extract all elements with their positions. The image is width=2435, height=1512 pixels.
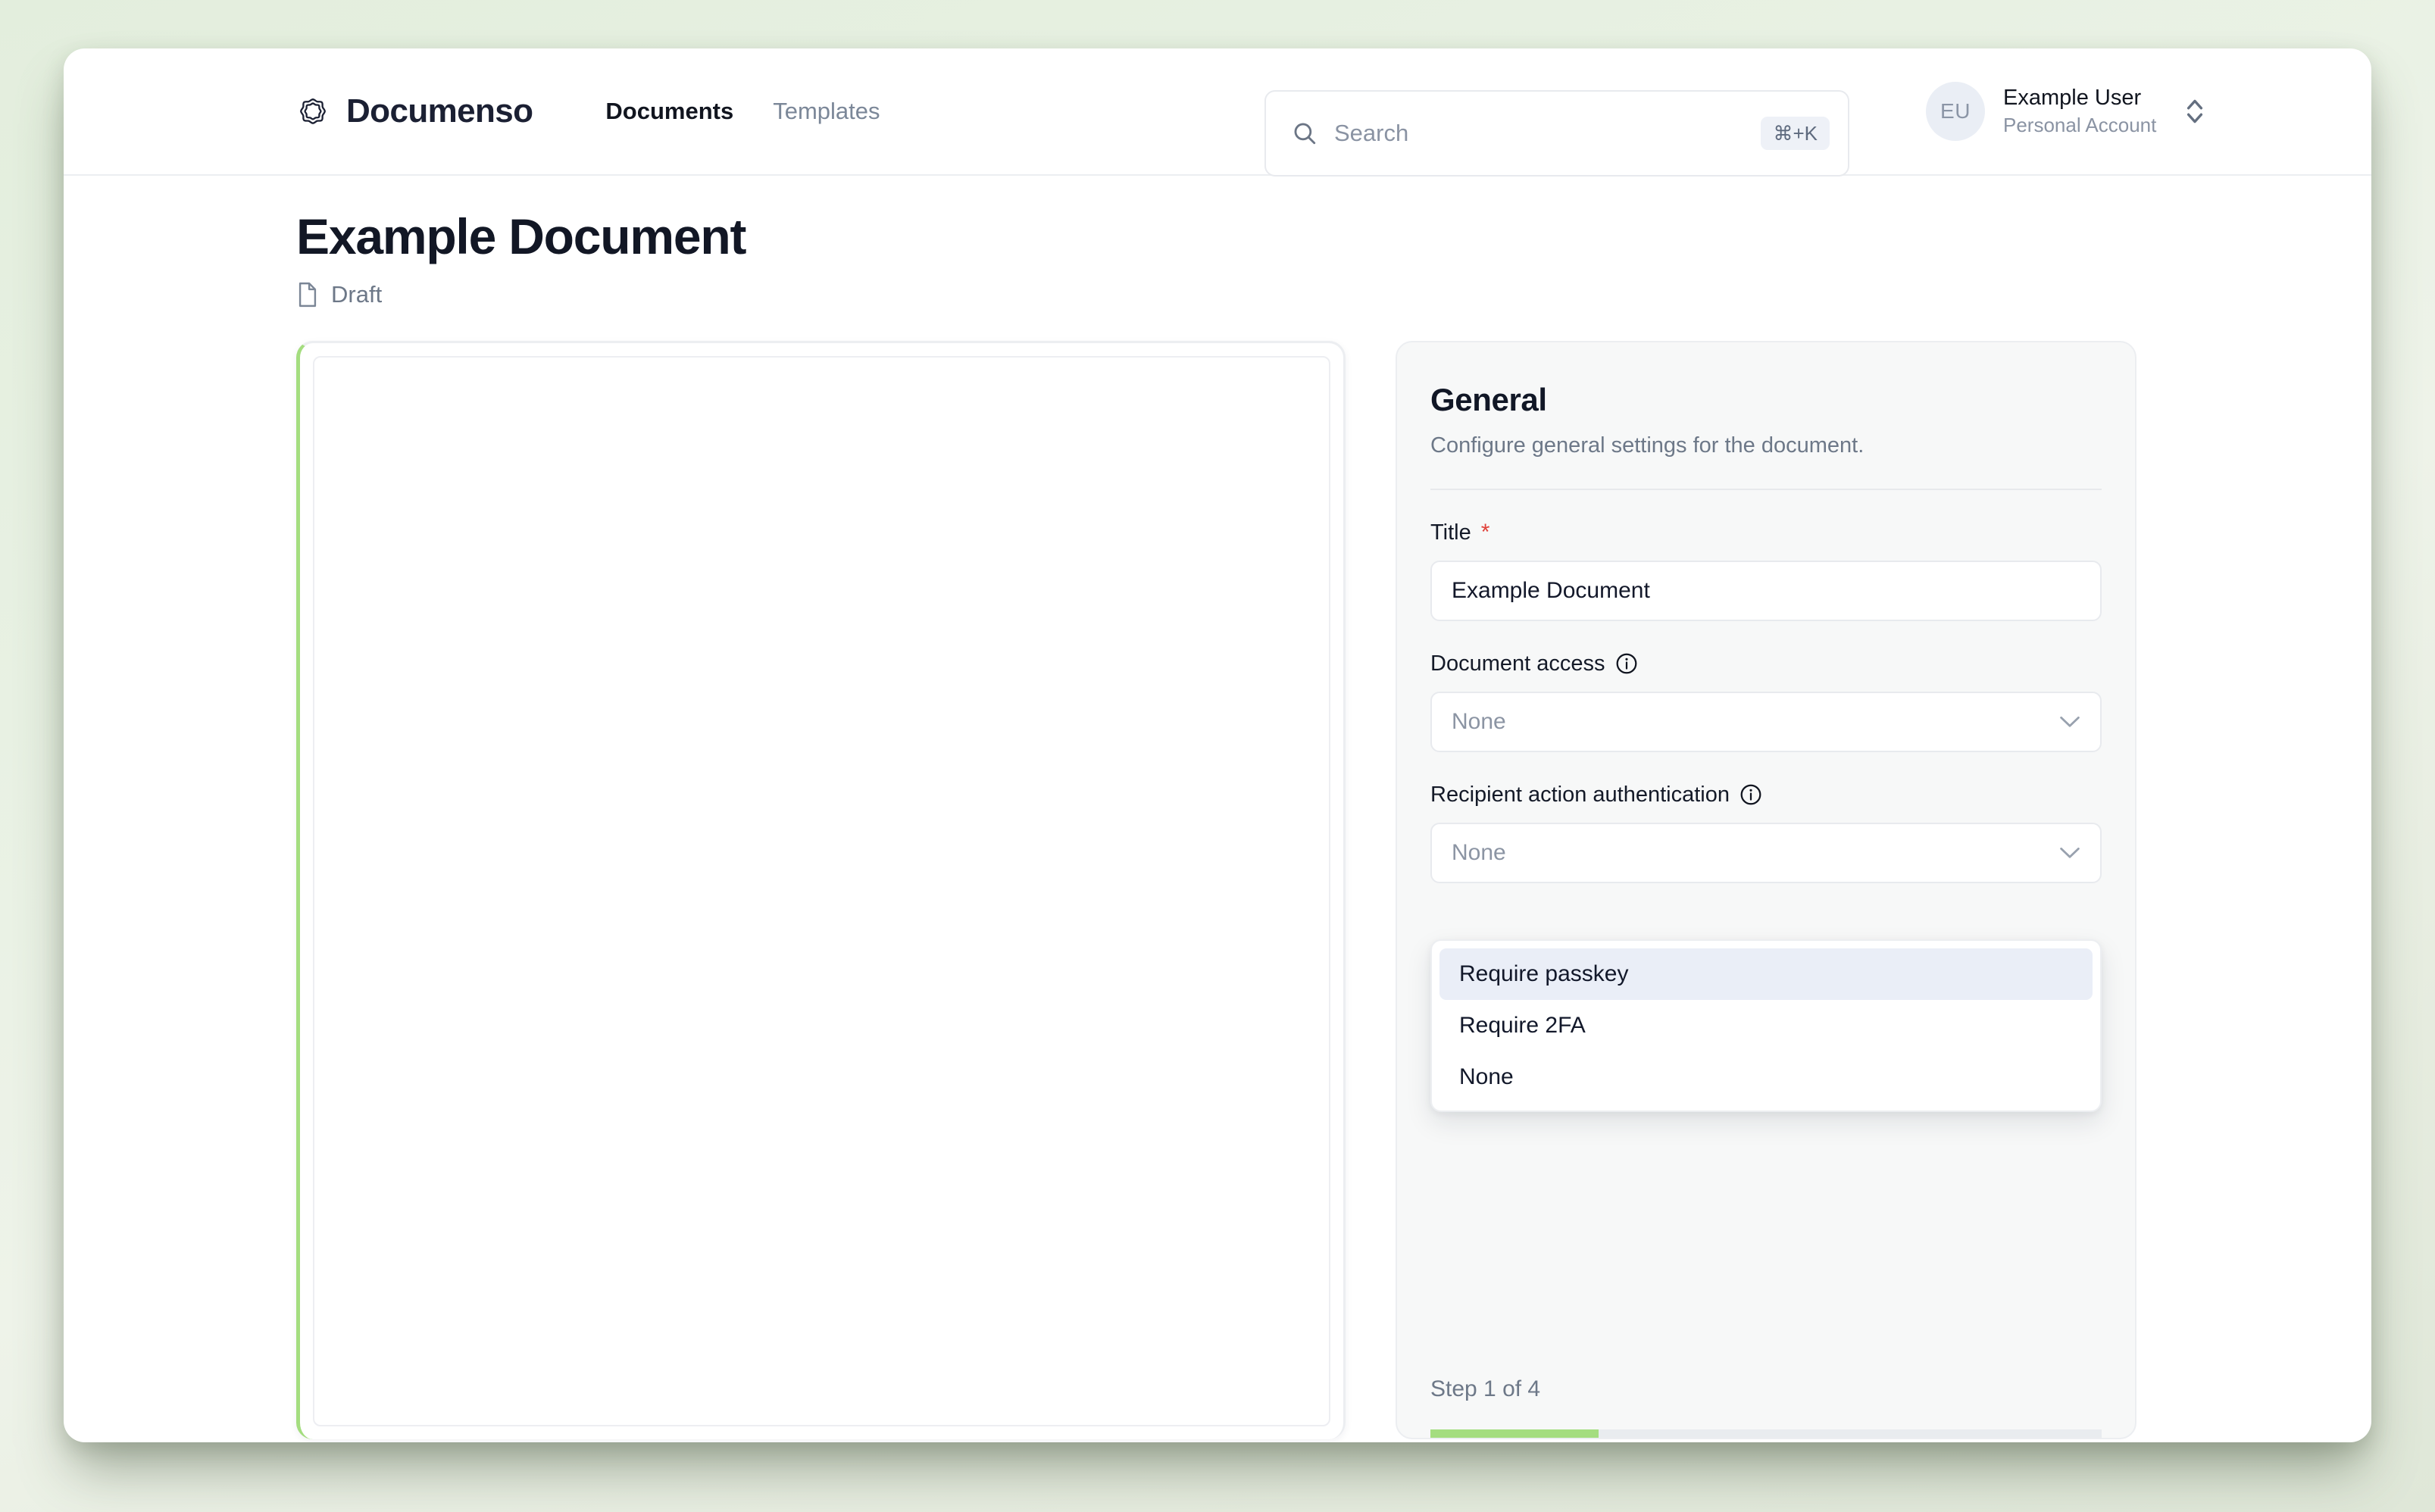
search-input[interactable]: Search ⌘+K	[1264, 90, 1849, 177]
settings-description: Configure general settings for the docum…	[1430, 433, 1865, 458]
field-title-label-text: Title	[1430, 520, 1471, 545]
dropdown-option-require-passkey[interactable]: Require passkey	[1439, 948, 2093, 1000]
dropdown-option-none[interactable]: None	[1439, 1051, 2093, 1103]
field-recipient-auth-label: Recipient action authentication	[1430, 783, 2102, 808]
account-name: Example User	[2003, 86, 2142, 110]
search-shortcut-badge: ⌘+K	[1761, 117, 1830, 150]
field-document-access: Document access None	[1430, 651, 2102, 752]
nav-link-documents[interactable]: Documents	[604, 93, 735, 130]
step-footer: Step 1 of 4	[1430, 1376, 2102, 1438]
title-input[interactable]	[1430, 560, 2102, 621]
info-circle-icon[interactable]	[1615, 652, 1638, 675]
general-settings-card: General Configure general settings for t…	[1396, 340, 2136, 1439]
settings-title: General	[1430, 381, 1547, 417]
field-recipient-auth-label-text: Recipient action authentication	[1430, 782, 1730, 807]
field-document-access-label: Document access	[1430, 651, 2102, 676]
chevron-up-down-icon	[2187, 99, 2203, 123]
chevron-down-icon	[2060, 716, 2080, 727]
recipient-auth-dropdown-menu: Require passkey Require 2FA None	[1430, 939, 2102, 1112]
step-label: Step 1 of 4	[1430, 1376, 1541, 1401]
dropdown-option-require-2fa[interactable]: Require 2FA	[1439, 1000, 2093, 1051]
recipient-auth-select[interactable]: None	[1430, 822, 2102, 883]
brand-name: Documenso	[346, 92, 533, 130]
document-access-select[interactable]: None	[1430, 691, 2102, 752]
account-switcher[interactable]: EU Example User Personal Account	[1926, 82, 2205, 141]
progress-bar	[1430, 1429, 2102, 1438]
documenso-scalloped-logo-icon	[300, 98, 326, 124]
page-title: Example Document	[296, 208, 747, 264]
account-text: Example User Personal Account	[2003, 86, 2156, 137]
chevron-down-icon	[2060, 847, 2080, 858]
top-navigation-bar: Documenso Documents Templates Search ⌘+K…	[64, 48, 2371, 177]
field-title-label: Title *	[1430, 520, 2102, 545]
document-status: Draft	[296, 281, 2371, 308]
editor-content: General Configure general settings for t…	[64, 308, 2371, 1439]
brand-logo[interactable]: Documenso	[296, 92, 533, 130]
app-window: Documenso Documents Templates Search ⌘+K…	[64, 48, 2371, 1442]
avatar: EU	[1926, 82, 1985, 141]
nav-link-templates[interactable]: Templates	[771, 93, 881, 130]
file-icon	[299, 282, 317, 307]
primary-nav: Documents Templates	[604, 93, 881, 130]
document-status-text: Draft	[331, 280, 383, 308]
account-subtitle: Personal Account	[2003, 114, 2157, 136]
search-icon	[1294, 123, 1316, 145]
divider	[1430, 488, 2102, 490]
search-placeholder: Search	[1334, 120, 1409, 146]
field-recipient-action-authentication: Recipient action authentication None	[1430, 783, 2102, 883]
document-preview[interactable]	[296, 340, 1346, 1439]
document-access-value: None	[1452, 708, 1506, 734]
progress-bar-fill	[1430, 1429, 1599, 1438]
recipient-auth-value: None	[1452, 839, 1506, 865]
page-header: Example Document Draft	[64, 176, 2371, 308]
info-circle-icon[interactable]	[1740, 783, 1762, 806]
field-document-access-label-text: Document access	[1430, 651, 1605, 676]
field-title: Title *	[1430, 520, 2102, 621]
document-page	[313, 355, 1330, 1426]
required-indicator: *	[1480, 520, 1490, 545]
